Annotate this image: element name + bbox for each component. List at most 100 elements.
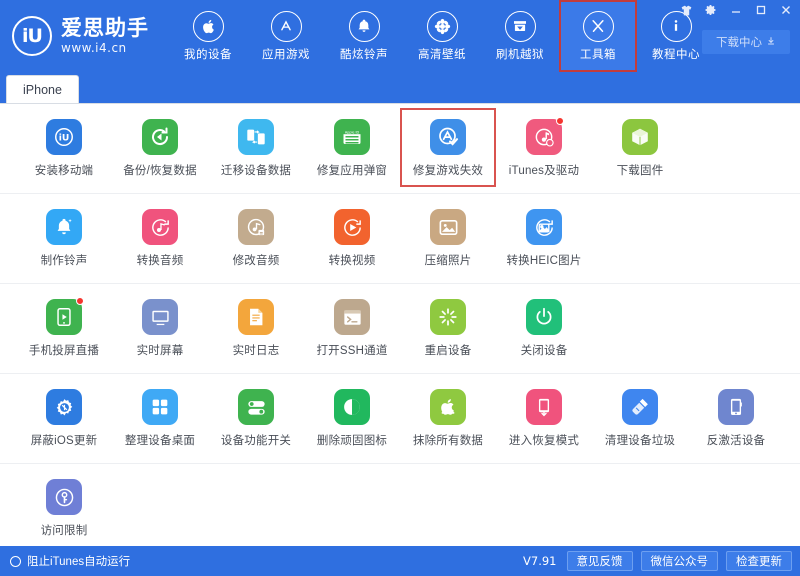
tool-label: 实时日志 [232,345,280,357]
tool-organize-desktop[interactable]: 整理设备桌面 [112,378,208,457]
tool-download-firmware[interactable]: 下载固件 [592,108,688,187]
tool-convert-heic[interactable]: 转换HEIC图片 [496,198,592,277]
tool-edit-audio[interactable]: 修改音频 [208,198,304,277]
tool-open-ssh[interactable]: 打开SSH通道 [304,288,400,367]
nav-item-my-device[interactable]: 我的设备 [169,0,247,72]
box-arrow-icon [504,10,536,42]
radio-unchecked-icon[interactable] [10,555,21,567]
recovery-mode-icon [526,389,562,425]
clean-junk-icon [622,389,658,425]
i4-app-icon: iU [46,119,82,155]
tool-delete-stubborn-icons[interactable]: 删除顽固图标 [304,378,400,457]
flower-icon [426,10,458,42]
tool-row: 访问限制 [0,464,800,546]
shirt-icon[interactable] [678,2,694,18]
tool-install-mobile-client[interactable]: iU 安装移动端 [16,108,112,187]
tool-row: iU 安装移动端 备份/恢复数据 迁移设备数据 Apple ID 修复应用弹窗 … [0,104,800,194]
tool-convert-video[interactable]: 转换视频 [304,198,400,277]
close-icon[interactable] [778,2,794,18]
tool-backup-restore[interactable]: 备份/恢复数据 [112,108,208,187]
tool-label: 制作铃声 [40,255,88,267]
tool-migrate-device-data[interactable]: 迁移设备数据 [208,108,304,187]
tool-enter-recovery-mode[interactable]: 进入恢复模式 [496,378,592,457]
nav-item-ringtones[interactable]: 酷炫铃声 [325,0,403,72]
tool-live-log[interactable]: 实时日志 [208,288,304,367]
tool-block-ios-update[interactable]: 屏蔽iOS更新 [16,378,112,457]
nav-item-wallpapers[interactable]: 高清壁纸 [403,0,481,72]
brand-logo-group: iU 爱思助手 www.i4.cn [12,12,149,60]
window-controls [678,2,794,18]
tool-feature-toggles[interactable]: 设备功能开关 [208,378,304,457]
compress-photo-icon [430,209,466,245]
tool-access-restriction[interactable]: 访问限制 [16,468,112,546]
tool-make-ringtone[interactable]: 制作铃声 [16,198,112,277]
itunes-driver-icon [526,117,564,155]
tool-label: 设备功能开关 [220,435,292,447]
appleid-card-icon: Apple ID [334,119,370,155]
deactivate-icon [718,389,754,425]
live-log-icon [238,299,274,335]
wechat-official-button[interactable]: 微信公众号 [640,551,718,571]
tool-erase-all-data[interactable]: 抹除所有数据 [400,378,496,457]
convert-audio-icon [142,209,178,245]
tool-fix-app-popup[interactable]: Apple ID 修复应用弹窗 [304,108,400,187]
toolbox-grid: iU 安装移动端 备份/恢复数据 迁移设备数据 Apple ID 修复应用弹窗 … [0,103,800,546]
tool-label: 修改音频 [232,255,280,267]
tool-shutdown-device[interactable]: 关闭设备 [496,288,592,367]
tool-clean-junk[interactable]: 清理设备垃圾 [592,378,688,457]
nav-item-apps-games[interactable]: 应用游戏 [247,0,325,72]
nav-label: 工具箱 [580,48,616,61]
tool-deactivate-device[interactable]: 反激活设备 [688,378,784,457]
tool-live-screen[interactable]: 实时屏幕 [112,288,208,367]
tool-label: 整理设备桌面 [124,435,196,447]
reboot-icon [430,299,466,335]
brand-url: www.i4.cn [61,41,127,55]
tool-label: 转换视频 [328,255,376,267]
appstore-icon [270,10,302,42]
tab-iphone[interactable]: iPhone [6,75,79,103]
tool-label: 下载固件 [616,165,664,177]
tool-label: 转换音频 [136,255,184,267]
nav-label: 教程中心 [652,48,700,61]
tool-label: 修复应用弹窗 [316,165,388,177]
tool-screen-cast-live[interactable]: 手机投屏直播 [16,288,112,367]
edit-audio-icon [238,209,274,245]
tool-label: 屏蔽iOS更新 [30,435,98,447]
tool-itunes-drivers[interactable]: iTunes及驱动 [496,108,592,187]
delete-icon-icon [334,389,370,425]
notification-badge [556,117,564,125]
tool-label: 反激活设备 [706,435,766,447]
status-bar: 阻止iTunes自动运行 V7.91 意见反馈 微信公众号 检查更新 [0,546,800,576]
feedback-button[interactable]: 意见反馈 [566,551,633,571]
version-label: V7.91 [523,554,557,568]
gear-icon[interactable] [703,2,719,18]
app-header: iU 爱思助手 www.i4.cn 我的设备 应用游戏 酷炫铃声 高清壁纸 刷机… [0,0,800,72]
tool-convert-audio[interactable]: 转换音频 [112,198,208,277]
tool-label: 备份/恢复数据 [123,165,197,177]
access-restriction-icon [46,479,82,515]
block-itunes-toggle[interactable]: 阻止iTunes自动运行 [10,553,130,569]
bell-icon [348,10,380,42]
minimize-icon[interactable] [728,2,744,18]
tool-fix-game-failure[interactable]: 修复游戏失效 [400,108,496,187]
apple-icon [192,10,224,42]
download-center-button[interactable]: 下载中心 [702,30,790,54]
block-itunes-label: 阻止iTunes自动运行 [27,556,131,568]
check-update-button[interactable]: 检查更新 [726,551,792,571]
nav-item-flash-jailbreak[interactable]: 刷机越狱 [481,0,559,72]
tool-reboot-device[interactable]: 重启设备 [400,288,496,367]
status-actions: V7.91 意见反馈 微信公众号 检查更新 [523,551,792,571]
tool-label: 删除顽固图标 [316,435,388,447]
tool-compress-photo[interactable]: 压缩照片 [400,198,496,277]
main-nav: 我的设备 应用游戏 酷炫铃声 高清壁纸 刷机越狱 工具箱 教程中心 [169,0,715,72]
brand-name: 爱思助手 [61,17,149,40]
ssh-terminal-icon [334,299,370,335]
maximize-icon[interactable] [753,2,769,18]
svg-text:iU: iU [59,133,70,144]
migrate-devices-icon [238,119,274,155]
live-screen-icon [142,299,178,335]
notification-badge [76,297,84,305]
nav-item-toolbox[interactable]: 工具箱 [559,0,637,72]
tool-label: 安装移动端 [34,165,94,177]
block-ios-update-icon [46,389,82,425]
